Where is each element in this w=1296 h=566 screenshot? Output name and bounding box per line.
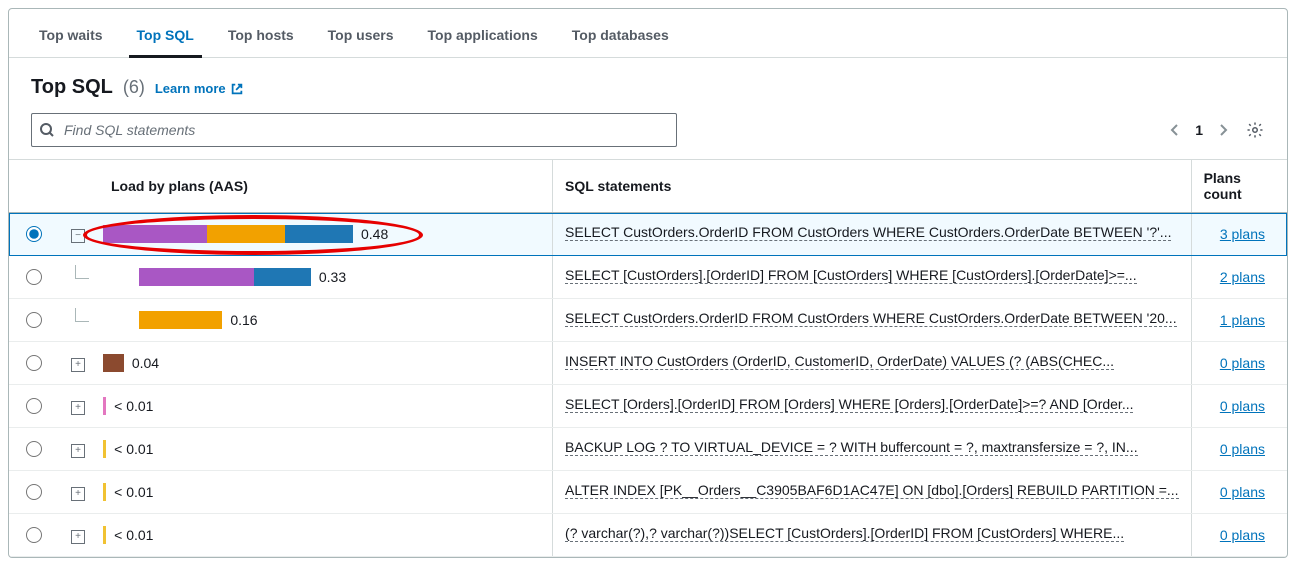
load-value: 0.16: [230, 312, 257, 328]
load-bar: < 0.01: [103, 526, 540, 544]
tree-connector-icon: [75, 265, 89, 279]
bar-segment: [103, 440, 106, 458]
sql-statement-link[interactable]: (? varchar(?),? varchar(?))SELECT [CustO…: [565, 525, 1124, 542]
expand-icon[interactable]: +: [71, 401, 85, 415]
bar-segment: [103, 354, 124, 372]
tree-connector-icon: [75, 308, 89, 322]
row-radio[interactable]: [26, 269, 42, 285]
bar-segment: [207, 225, 285, 243]
table-row[interactable]: + < 0.01 (? varchar(?),? varchar(?))SELECT…: [9, 514, 1287, 557]
table-row[interactable]: 0.33 SELECT [CustOrders].[OrderID] FROM […: [9, 256, 1287, 299]
toolbar: 1: [9, 109, 1287, 159]
bar-segment: [103, 526, 106, 544]
table-row[interactable]: +0.04 INSERT INTO CustOrders (OrderID, Cu…: [9, 342, 1287, 385]
tab-top-sql[interactable]: Top SQL: [129, 19, 202, 58]
plans-link[interactable]: 0 plans: [1220, 484, 1265, 500]
col-sql[interactable]: SQL statements: [553, 160, 1192, 213]
expand-icon[interactable]: +: [71, 358, 85, 372]
expand-icon[interactable]: +: [71, 487, 85, 501]
table-row[interactable]: + < 0.01 SELECT [Orders].[OrderID] FROM [O…: [9, 385, 1287, 428]
sql-statement-link[interactable]: SELECT [Orders].[OrderID] FROM [Orders] …: [565, 396, 1133, 413]
load-value: 0.04: [132, 355, 159, 371]
load-value: < 0.01: [114, 398, 153, 414]
learn-more-link[interactable]: Learn more: [155, 81, 244, 96]
tab-top-users[interactable]: Top users: [320, 19, 402, 57]
col-load[interactable]: Load by plans (AAS): [99, 160, 553, 213]
search-input[interactable]: [31, 113, 677, 147]
bar-segment: [139, 268, 254, 286]
settings-gear-icon[interactable]: [1245, 120, 1265, 140]
bar-segment: [139, 311, 222, 329]
pager: 1: [1165, 120, 1233, 140]
tab-top-waits[interactable]: Top waits: [31, 19, 111, 57]
tab-bar: Top waits Top SQL Top hosts Top users Top ap…: [9, 9, 1287, 58]
plans-link[interactable]: 3 plans: [1220, 226, 1265, 242]
page-title: Top SQL: [31, 76, 113, 99]
table-row[interactable]: + < 0.01 BACKUP LOG ? TO VIRTUAL_DEVICE = …: [9, 428, 1287, 471]
load-bar: < 0.01: [103, 397, 540, 415]
result-count: (6): [123, 77, 145, 98]
search-wrapper: [31, 113, 677, 147]
row-radio[interactable]: [26, 527, 42, 543]
load-value: < 0.01: [114, 441, 153, 457]
table-row[interactable]: − 0.48 SELECT CustOrders.OrderID FROM Cust…: [9, 213, 1287, 256]
sql-statement-link[interactable]: ALTER INDEX [PK__Orders__C3905BAF6D1AC47…: [565, 482, 1179, 499]
load-value: 0.48: [361, 226, 388, 242]
tab-top-applications[interactable]: Top applications: [420, 19, 546, 57]
row-radio[interactable]: [26, 355, 42, 371]
top-sql-panel: Top waits Top SQL Top hosts Top users Top ap…: [8, 8, 1288, 558]
plans-link[interactable]: 2 plans: [1220, 269, 1265, 285]
bar-segment: [103, 397, 106, 415]
external-link-icon: [230, 82, 244, 96]
panel-header: Top SQL (6) Learn more: [9, 58, 1287, 109]
load-value: < 0.01: [114, 484, 153, 500]
collapse-icon[interactable]: −: [71, 229, 85, 243]
load-bar: < 0.01: [103, 440, 540, 458]
row-radio[interactable]: [26, 398, 42, 414]
sql-statement-link[interactable]: INSERT INTO CustOrders (OrderID, Custome…: [565, 353, 1114, 370]
load-value: 0.33: [319, 269, 346, 285]
row-radio[interactable]: [26, 441, 42, 457]
load-bar: 0.48: [103, 225, 540, 243]
bar-segment: [254, 268, 311, 286]
search-icon: [39, 122, 55, 138]
load-bar: 0.33: [103, 268, 540, 286]
bar-segment: [103, 225, 207, 243]
expand-icon[interactable]: +: [71, 530, 85, 544]
top-sql-table: Load by plans (AAS) SQL statements Plans…: [9, 159, 1287, 557]
pager-prev[interactable]: [1165, 120, 1185, 140]
tab-top-databases[interactable]: Top databases: [564, 19, 677, 57]
row-radio[interactable]: [26, 226, 42, 242]
load-bar: 0.16: [103, 311, 540, 329]
load-bar: 0.04: [103, 354, 540, 372]
bar-segment: [285, 225, 353, 243]
expand-icon[interactable]: +: [71, 444, 85, 458]
pager-next[interactable]: [1213, 120, 1233, 140]
sql-statement-link[interactable]: SELECT CustOrders.OrderID FROM CustOrder…: [565, 310, 1177, 327]
bar-segment: [103, 483, 106, 501]
sql-statement-link[interactable]: BACKUP LOG ? TO VIRTUAL_DEVICE = ? WITH …: [565, 439, 1138, 456]
learn-more-label: Learn more: [155, 81, 226, 96]
row-radio[interactable]: [26, 312, 42, 328]
plans-link[interactable]: 0 plans: [1220, 527, 1265, 543]
load-bar: < 0.01: [103, 483, 540, 501]
plans-link[interactable]: 0 plans: [1220, 398, 1265, 414]
sql-statement-link[interactable]: SELECT CustOrders.OrderID FROM CustOrder…: [565, 224, 1171, 241]
tab-top-hosts[interactable]: Top hosts: [220, 19, 302, 57]
sql-statement-link[interactable]: SELECT [CustOrders].[OrderID] FROM [Cust…: [565, 267, 1137, 284]
row-radio[interactable]: [26, 484, 42, 500]
table-row[interactable]: + < 0.01 ALTER INDEX [PK__Orders__C3905BAF…: [9, 471, 1287, 514]
col-plans[interactable]: Plans count: [1191, 160, 1287, 213]
plans-link[interactable]: 0 plans: [1220, 441, 1265, 457]
plans-link[interactable]: 0 plans: [1220, 355, 1265, 371]
plans-link[interactable]: 1 plans: [1220, 312, 1265, 328]
load-value: < 0.01: [114, 527, 153, 543]
table-row[interactable]: 0.16 SELECT CustOrders.OrderID FROM CustO…: [9, 299, 1287, 342]
pager-current: 1: [1195, 122, 1203, 138]
